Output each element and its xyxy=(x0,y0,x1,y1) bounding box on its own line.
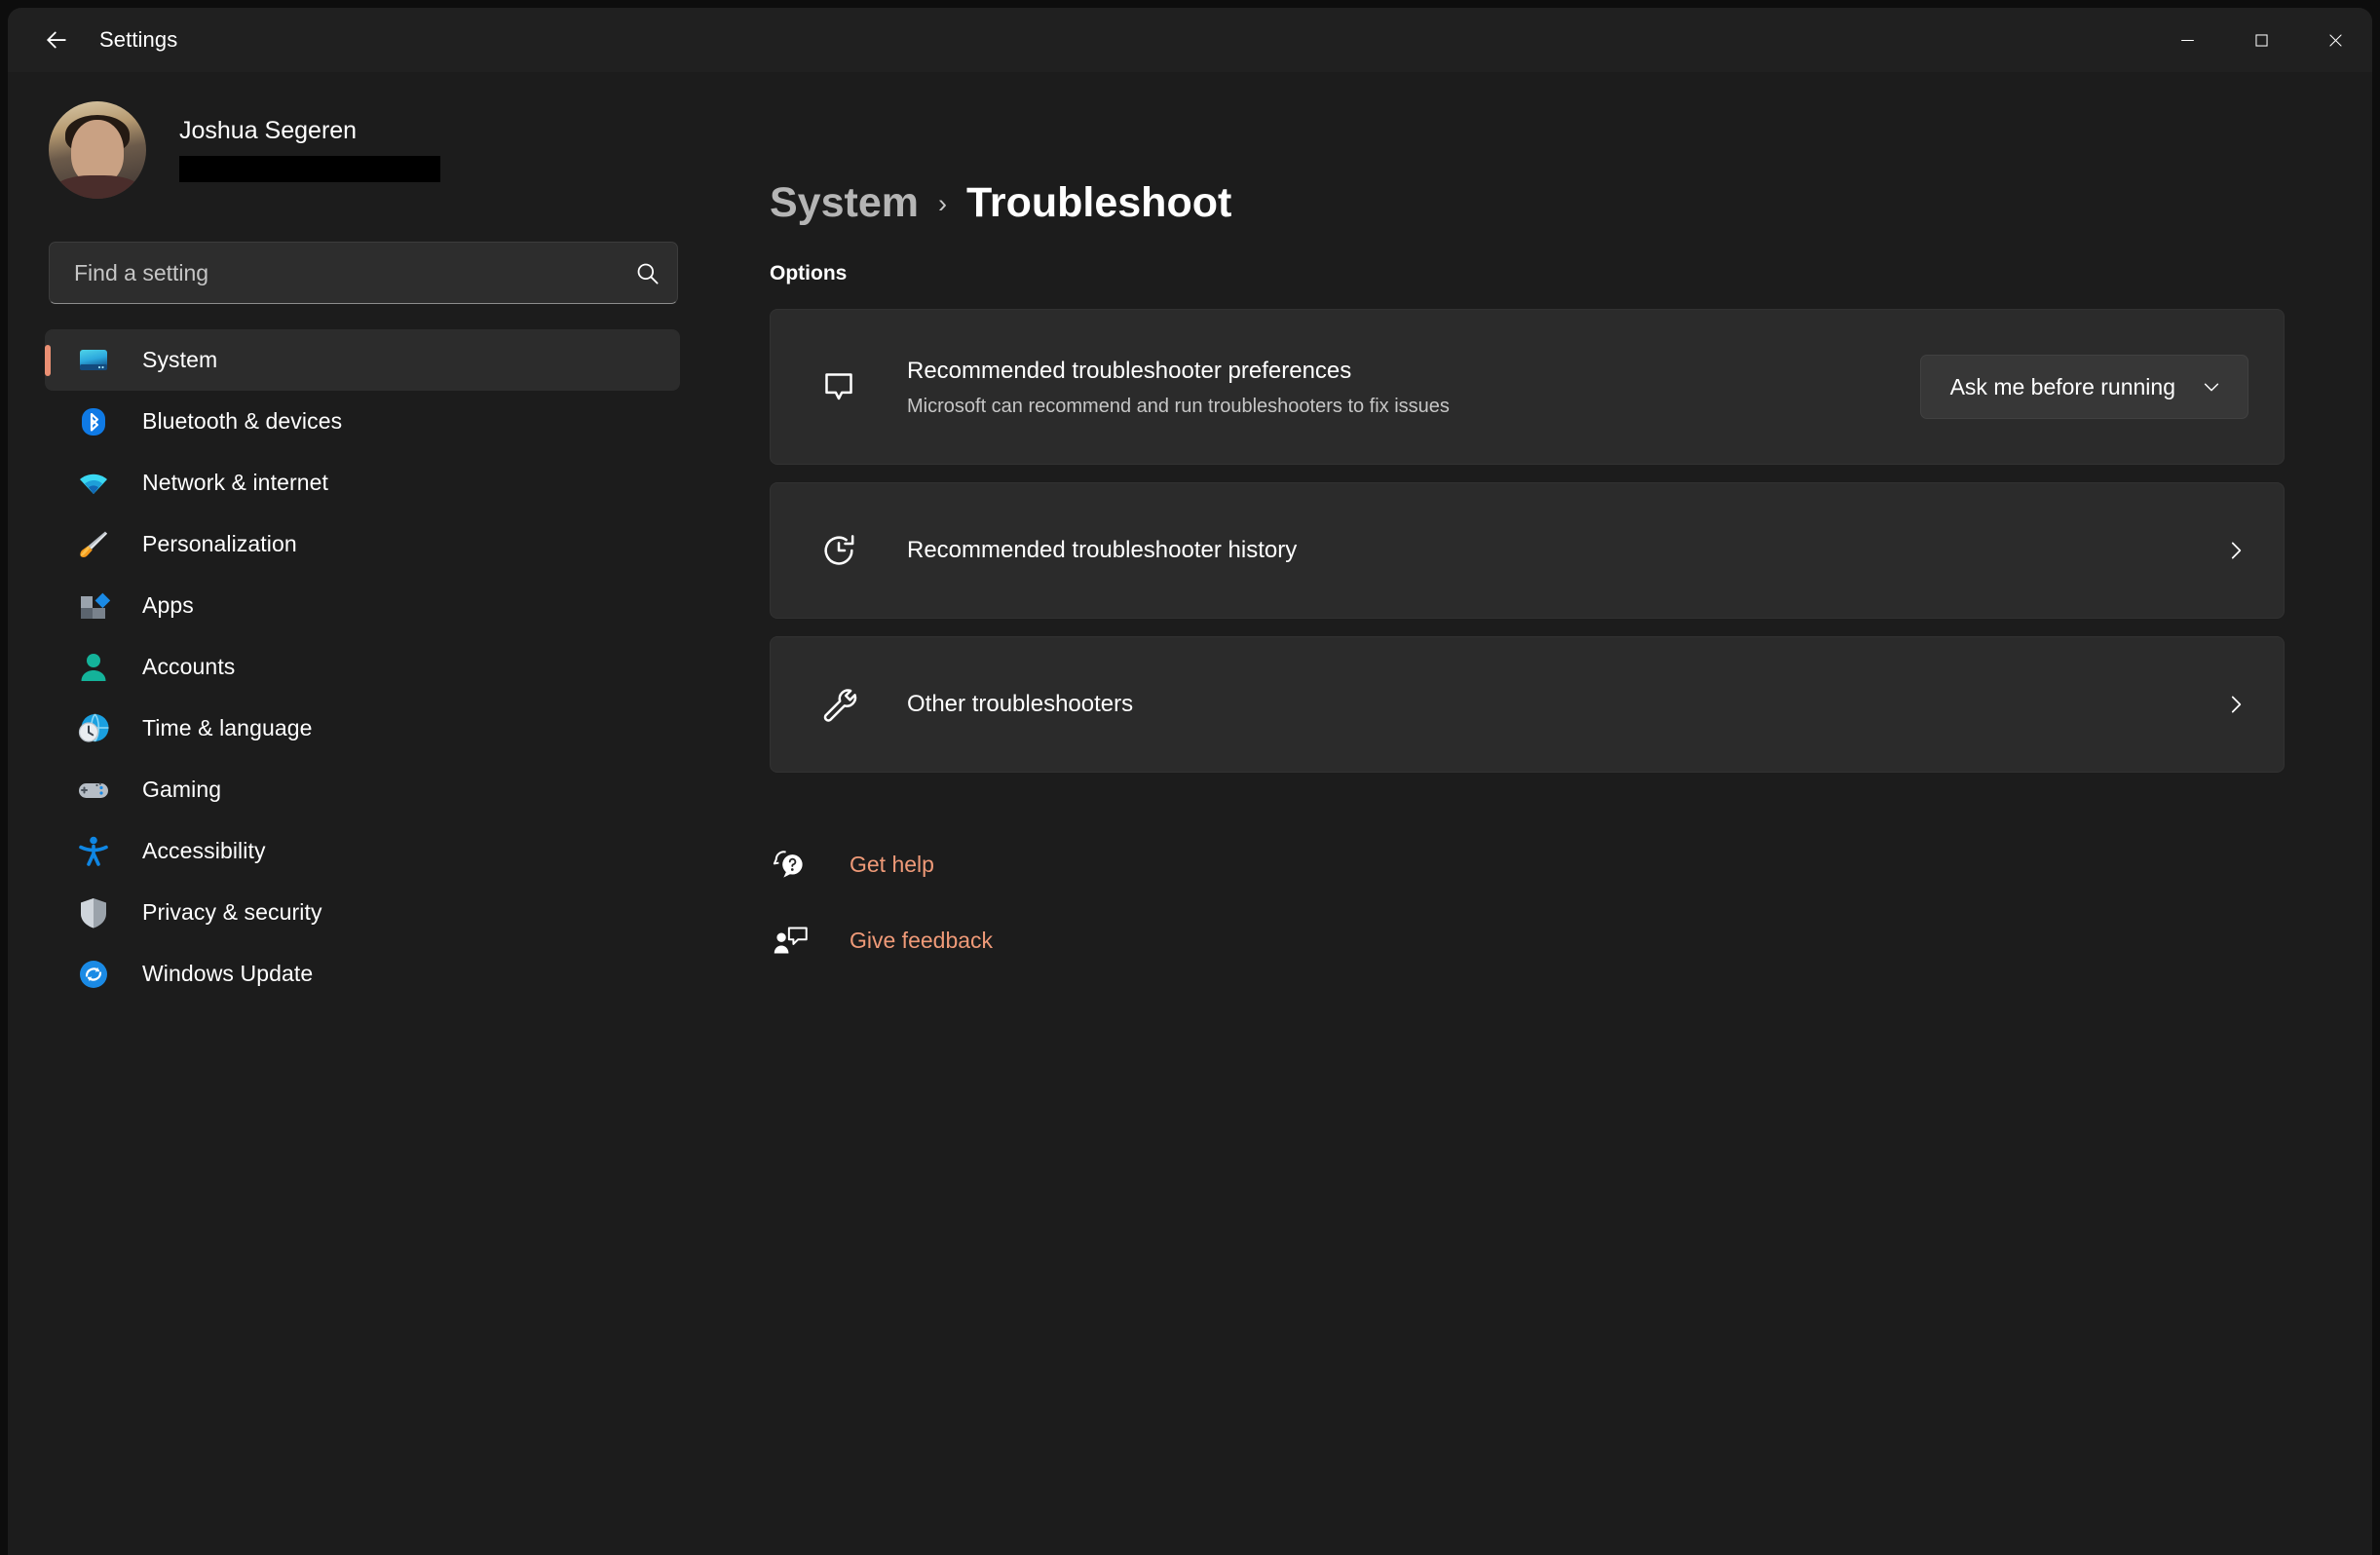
back-arrow-icon xyxy=(47,31,66,49)
sidebar-item-bluetooth-devices[interactable]: Bluetooth & devices xyxy=(45,391,680,452)
window-controls xyxy=(2150,8,2372,72)
card-text: Recommended troubleshooter preferences M… xyxy=(907,357,1920,418)
refresh-circle-icon xyxy=(74,955,113,994)
clock-globe-icon xyxy=(74,709,113,748)
search-icon[interactable] xyxy=(617,260,677,286)
sidebar-item-label: Apps xyxy=(142,592,194,618)
maximize-icon xyxy=(2254,33,2268,47)
section-label-options: Options xyxy=(770,262,848,284)
card-title: Recommended troubleshooter history xyxy=(907,537,1298,563)
paintbrush-icon xyxy=(74,525,113,564)
breadcrumb-parent[interactable]: System xyxy=(770,179,919,227)
sidebar-item-label: Personalization xyxy=(142,531,297,556)
speech-bubble-icon xyxy=(813,367,864,406)
avatar-body xyxy=(55,175,140,199)
shield-icon xyxy=(74,893,113,932)
wrench-icon xyxy=(813,685,864,724)
bluetooth-icon xyxy=(74,402,113,441)
app-title: Settings xyxy=(99,27,178,52)
sidebar-item-label: Network & internet xyxy=(142,470,328,495)
title-bar: Settings xyxy=(8,8,2372,72)
avatar xyxy=(49,101,146,199)
breadcrumb-separator: › xyxy=(937,189,947,218)
sidebar-item-label: System xyxy=(142,347,218,372)
sidebar-item-label: Accounts xyxy=(142,654,236,679)
close-icon xyxy=(2328,33,2342,47)
sidebar-item-label: Time & language xyxy=(142,715,313,740)
breadcrumb: System › Troubleshoot xyxy=(770,179,2285,227)
minimize-icon xyxy=(2180,39,2194,41)
give-feedback-label: Give feedback xyxy=(850,927,994,953)
chevron-down-icon xyxy=(2204,383,2219,392)
sidebar-item-label: Gaming xyxy=(142,777,222,802)
card-subtitle: Microsoft can recommend and run troubles… xyxy=(907,395,1450,417)
sidebar-item-label: Accessibility xyxy=(142,838,266,863)
card-title: Recommended troubleshooter preferences xyxy=(907,357,1352,384)
sidebar-item-network-internet[interactable]: Network & internet xyxy=(45,452,680,513)
sidebar-item-accessibility[interactable]: Accessibility xyxy=(45,820,680,882)
search-wrapper xyxy=(8,209,719,304)
recommended-troubleshooter-preferences-dropdown[interactable]: Ask me before running xyxy=(1919,355,2248,419)
monitor-icon xyxy=(74,341,113,380)
sidebar-item-accounts[interactable]: Accounts xyxy=(45,636,680,698)
page-title: Troubleshoot xyxy=(965,179,1232,226)
history-icon xyxy=(813,531,864,570)
back-button[interactable] xyxy=(29,18,84,62)
search-box[interactable] xyxy=(49,242,678,304)
wifi-icon xyxy=(74,464,113,503)
card-text: Recommended troubleshooter history xyxy=(907,536,2206,565)
accessibility-person-icon xyxy=(74,832,113,871)
minimize-button[interactable] xyxy=(2150,8,2224,72)
sidebar-item-label: Privacy & security xyxy=(142,899,322,925)
profile-text: Joshua Segeren xyxy=(179,118,440,182)
search-input[interactable] xyxy=(50,259,617,286)
sidebar-item-system[interactable]: System xyxy=(45,329,680,391)
card-title: Other troubleshooters xyxy=(907,691,1134,717)
sidebar: Joshua Segeren Find a setting System Blu… xyxy=(8,72,719,1555)
sidebar-item-privacy-security[interactable]: Privacy & security xyxy=(45,882,680,943)
main-content: System › Troubleshoot Options Recommende… xyxy=(719,72,2372,1555)
user-profile[interactable]: Joshua Segeren xyxy=(8,92,719,209)
give-feedback-link[interactable]: Give feedback xyxy=(770,913,2285,967)
card-other-troubleshooters[interactable]: Other troubleshooters xyxy=(770,636,2285,773)
apps-blocks-icon xyxy=(74,587,113,626)
help-question-bubble-icon xyxy=(770,848,812,881)
chevron-right-icon[interactable] xyxy=(2206,538,2248,563)
options-card-list: Recommended troubleshooter preferences M… xyxy=(770,309,2285,773)
card-recommended-troubleshooter-preferences: Recommended troubleshooter preferences M… xyxy=(770,309,2285,465)
card-text: Other troubleshooters xyxy=(907,690,2206,719)
sidebar-item-label: Windows Update xyxy=(142,961,314,986)
person-icon xyxy=(74,648,113,687)
sidebar-item-windows-update[interactable]: Windows Update xyxy=(45,943,680,1005)
settings-window: Settings Joshua Segeren Find a setting S… xyxy=(8,8,2372,1555)
sidebar-item-time-language[interactable]: Time & language xyxy=(45,698,680,759)
card-recommended-troubleshooter-history[interactable]: Recommended troubleshooter history xyxy=(770,482,2285,619)
maximize-button[interactable] xyxy=(2224,8,2298,72)
get-help-link[interactable]: Get help xyxy=(770,837,2285,891)
get-help-label: Get help xyxy=(850,851,934,877)
profile-email-redacted xyxy=(179,155,440,182)
window-body: Joshua Segeren Find a setting System Blu… xyxy=(8,72,2372,1555)
sidebar-item-personalization[interactable]: Personalization xyxy=(45,513,680,575)
profile-name: Joshua Segeren xyxy=(179,117,358,145)
dropdown-value: Ask me before running xyxy=(1949,373,2175,399)
sidebar-item-label: Bluetooth & devices xyxy=(142,408,343,434)
close-button[interactable] xyxy=(2298,8,2372,72)
footer-links: Get help Give feedback xyxy=(770,837,2285,967)
gamepad-icon xyxy=(74,771,113,810)
sidebar-nav: System Bluetooth & devices Network & int… xyxy=(8,329,719,1005)
chevron-right-icon[interactable] xyxy=(2206,692,2248,717)
feedback-person-icon xyxy=(770,924,812,957)
sidebar-item-apps[interactable]: Apps xyxy=(45,575,680,636)
sidebar-item-gaming[interactable]: Gaming xyxy=(45,759,680,820)
